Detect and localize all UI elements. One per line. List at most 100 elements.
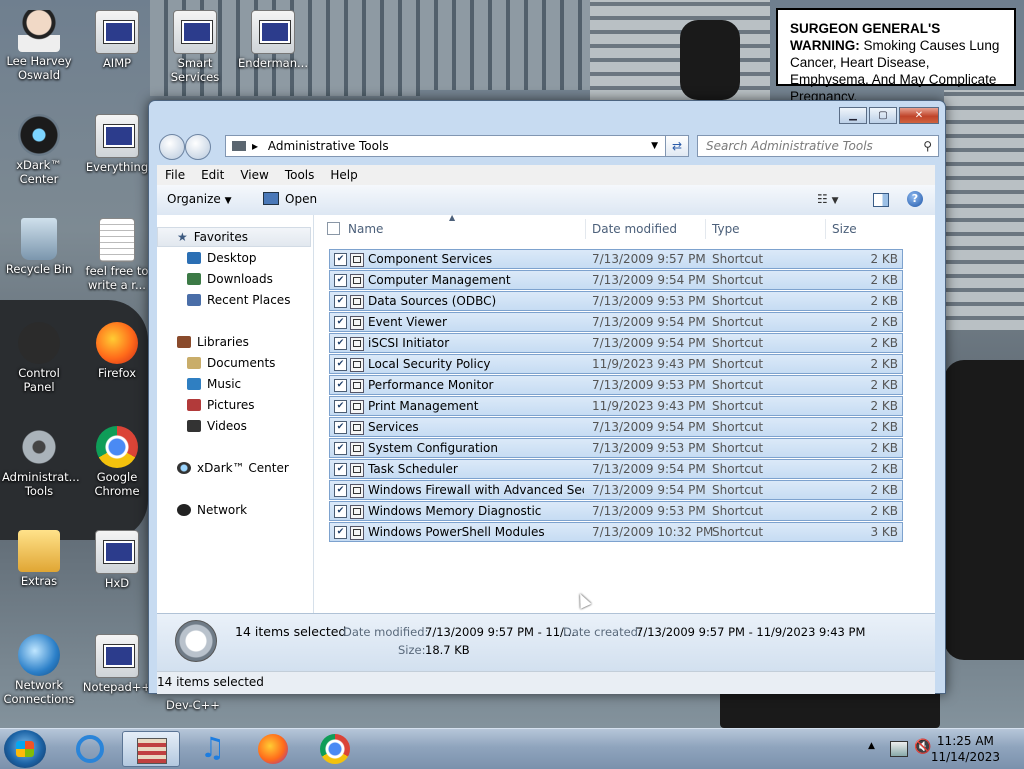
row-checkbox[interactable]: ✔	[334, 316, 347, 329]
desktop-icon-extras[interactable]: Extras	[2, 530, 76, 588]
file-row[interactable]: ✔ Component Services 7/13/2009 9:57 PM Shor…	[329, 249, 903, 269]
row-checkbox[interactable]: ✔	[334, 337, 347, 350]
column-name[interactable]: Name	[348, 222, 383, 236]
file-size: 2 KB	[870, 441, 898, 455]
help-button[interactable]: ?	[907, 191, 923, 207]
nav-pictures[interactable]: Pictures	[187, 397, 255, 413]
desktop-icon-aimp[interactable]: AIMP	[80, 10, 154, 70]
row-checkbox[interactable]: ✔	[334, 421, 347, 434]
column-date-modified[interactable]: Date modified	[592, 222, 677, 236]
column-size[interactable]: Size	[832, 222, 857, 236]
refresh-button[interactable]: ⇄	[665, 135, 689, 157]
desktop-icon-control-panel[interactable]: Control Panel	[2, 322, 76, 394]
music-icon	[187, 378, 201, 390]
file-size: 2 KB	[870, 252, 898, 266]
nav-music[interactable]: Music	[187, 376, 241, 392]
desktop-icon-lee-harvey-oswald[interactable]: Lee Harvey Oswald	[2, 10, 76, 82]
file-row[interactable]: ✔ Services 7/13/2009 9:54 PM Shortcut 2 KB	[329, 417, 903, 437]
select-all-checkbox[interactable]	[327, 222, 340, 235]
network-tray-icon[interactable]	[890, 741, 908, 757]
nav-documents[interactable]: Documents	[187, 355, 275, 371]
desktop-icon-hxd[interactable]: HxD	[80, 530, 154, 590]
view-options-button[interactable]: ☷ ▼	[817, 192, 839, 206]
row-checkbox[interactable]: ✔	[334, 358, 347, 371]
minimize-button[interactable]: ▁	[839, 107, 867, 124]
taskbar-chrome[interactable]	[308, 731, 362, 767]
desktop-icon-text-file[interactable]: feel free to write a r...	[80, 218, 154, 292]
menu-help[interactable]: Help	[322, 165, 365, 185]
taskbar-clock[interactable]: 11:25 AM 11/14/2023	[931, 733, 1000, 765]
row-checkbox[interactable]: ✔	[334, 295, 347, 308]
file-row[interactable]: ✔ System Configuration 7/13/2009 9:53 PM Sh…	[329, 438, 903, 458]
nav-downloads[interactable]: Downloads	[187, 271, 273, 287]
file-row[interactable]: ✔ Performance Monitor 7/13/2009 9:53 PM Sho…	[329, 375, 903, 395]
recent-places-icon	[187, 294, 201, 306]
start-button[interactable]	[4, 730, 46, 768]
taskbar-music-player[interactable]: ♫	[186, 731, 240, 767]
desktop-icon-firefox[interactable]: Firefox	[80, 322, 154, 380]
show-hidden-icons[interactable]: ▲	[868, 741, 875, 751]
file-date-modified: 7/13/2009 9:53 PM	[592, 441, 706, 455]
menu-edit[interactable]: Edit	[193, 165, 232, 185]
nav-xdark-center[interactable]: xDark™ Center	[177, 460, 289, 476]
row-checkbox[interactable]: ✔	[334, 484, 347, 497]
desktop-icon-smart-services[interactable]: Smart Services	[158, 10, 232, 84]
row-checkbox[interactable]: ✔	[334, 505, 347, 518]
volume-muted-icon[interactable]: 🔇	[914, 739, 931, 755]
file-row[interactable]: ✔ Local Security Policy 11/9/2023 9:43 PM S…	[329, 354, 903, 374]
row-checkbox[interactable]: ✔	[334, 379, 347, 392]
nav-videos[interactable]: Videos	[187, 418, 247, 434]
desktop-icon-recycle-bin[interactable]: Recycle Bin	[2, 218, 76, 276]
desktop-icon-notepad-plus-plus[interactable]: Notepad++	[80, 634, 154, 694]
file-row[interactable]: ✔ Windows Firewall with Advanced Secu... 7…	[329, 480, 903, 500]
close-button[interactable]: ✕	[899, 107, 939, 124]
desktop-icon-google-chrome[interactable]: Google Chrome	[80, 426, 154, 498]
row-checkbox[interactable]: ✔	[334, 442, 347, 455]
row-checkbox[interactable]: ✔	[334, 400, 347, 413]
search-input[interactable]: Search Administrative Tools ⚲	[697, 135, 939, 157]
taskbar-firefox[interactable]	[246, 731, 300, 767]
nav-libraries[interactable]: Libraries	[177, 334, 249, 350]
address-bar[interactable]: ▸ Administrative Tools ▼	[225, 135, 689, 157]
desktop-icon-network-connections[interactable]: Network Connections	[2, 634, 76, 706]
desktop-icon-xdark-center[interactable]: xDark™ Center	[2, 114, 76, 186]
open-button[interactable]: Open	[263, 192, 317, 206]
column-type[interactable]: Type	[712, 222, 740, 236]
file-row[interactable]: ✔ Event Viewer 7/13/2009 9:54 PM Shortcut 2 …	[329, 312, 903, 332]
libraries-icon	[177, 336, 191, 348]
nav-recent-places[interactable]: Recent Places	[187, 292, 290, 308]
address-dropdown-icon[interactable]: ▼	[651, 136, 658, 156]
row-checkbox[interactable]: ✔	[334, 274, 347, 287]
file-row[interactable]: ✔ Task Scheduler 7/13/2009 9:54 PM Shortcut…	[329, 459, 903, 479]
nav-desktop[interactable]: Desktop	[187, 250, 257, 266]
file-row[interactable]: ✔ iSCSI Initiator 7/13/2009 9:54 PM Shortcu…	[329, 333, 903, 353]
taskbar-internet-explorer[interactable]	[64, 731, 118, 767]
row-checkbox[interactable]: ✔	[334, 253, 347, 266]
surgeon-general-warning: SURGEON GENERAL'S WARNING: Smoking Cause…	[776, 8, 1016, 104]
file-row[interactable]: ✔ Computer Management 7/13/2009 9:54 PM Sho…	[329, 270, 903, 290]
file-date-modified: 7/13/2009 9:53 PM	[592, 294, 706, 308]
row-checkbox[interactable]: ✔	[334, 526, 347, 539]
desktop-icon-enderman[interactable]: Enderman...	[236, 10, 310, 70]
nav-network[interactable]: Network	[177, 502, 247, 518]
menu-file[interactable]: File	[157, 165, 193, 185]
taskbar-explorer-active[interactable]	[122, 731, 180, 767]
maximize-button[interactable]: ▢	[869, 107, 897, 124]
preview-pane-button[interactable]	[873, 193, 889, 207]
file-row[interactable]: ✔ Windows PowerShell Modules 7/13/2009 10:…	[329, 522, 903, 542]
row-checkbox[interactable]: ✔	[334, 463, 347, 476]
file-row[interactable]: ✔ Windows Memory Diagnostic 7/13/2009 9:53…	[329, 501, 903, 521]
organize-button[interactable]: Organize ▼	[167, 192, 232, 206]
file-row[interactable]: ✔ Print Management 11/9/2023 9:43 PM Shortc…	[329, 396, 903, 416]
background-building	[944, 90, 1024, 330]
back-button[interactable]	[159, 134, 185, 160]
menu-tools[interactable]: Tools	[277, 165, 323, 185]
forward-button[interactable]	[185, 134, 211, 160]
desktop-icon-administrative-tools[interactable]: Administrat... Tools	[2, 426, 80, 498]
file-row[interactable]: ✔ Data Sources (ODBC) 7/13/2009 9:53 PM Sho…	[329, 291, 903, 311]
desktop-icon-everything[interactable]: Everything	[80, 114, 154, 174]
desktop-icon-label: xDark™ Center	[16, 158, 62, 186]
desktop-icon-dev-cpp[interactable]: Dev-C++	[156, 698, 230, 712]
nav-favorites[interactable]: ★ Favorites	[177, 229, 248, 245]
menu-view[interactable]: View	[232, 165, 276, 185]
